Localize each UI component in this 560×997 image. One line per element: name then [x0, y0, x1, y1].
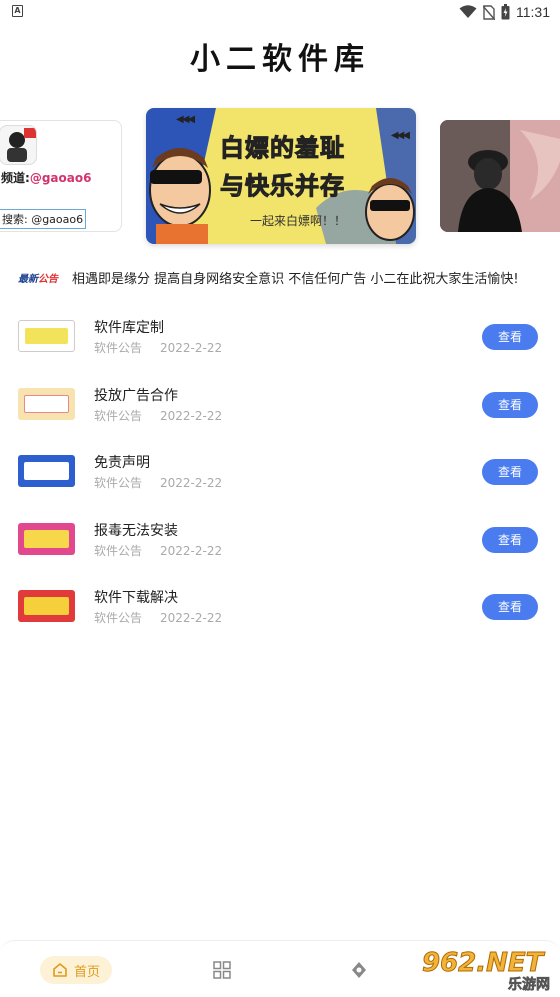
item-title: 报毒无法安装 — [94, 522, 178, 539]
item-meta: 软件公告 2022-2-22 — [94, 407, 222, 424]
list-item[interactable]: 软件下载解决 软件公告 2022-2-22 查看 — [0, 578, 560, 646]
banner-headline-1: 白嫖的羞耻 — [220, 134, 345, 163]
banner-arrows-left: ◀◀◀ — [176, 114, 195, 125]
list-item[interactable]: 投放广告合作 软件公告 2022-2-22 查看 — [0, 376, 560, 444]
item-title: 投放广告合作 — [94, 387, 178, 404]
item-thumbnail — [18, 522, 75, 555]
watermark-name: 乐游网 — [508, 977, 551, 994]
item-title: 免责声明 — [94, 455, 150, 471]
grid-icon[interactable] — [213, 961, 231, 979]
notice-bar[interactable]: 最新公告 相遇即是缘分 提高自身网络安全意识 不信任何广告 小二在此祝大家生活愉… — [18, 266, 558, 288]
item-meta: 软件公告 2022-2-22 — [94, 339, 222, 356]
nav-home-label: 首页 — [73, 964, 100, 980]
item-category: 软件公告 — [94, 341, 143, 355]
status-right: 11:31 — [459, 3, 550, 21]
home-icon — [53, 963, 67, 977]
view-button[interactable]: 查看 — [482, 324, 538, 350]
item-date: 2022-2-22 — [160, 543, 223, 558]
item-meta: 软件公告 2022-2-22 — [94, 474, 222, 491]
app-title: 小二软件库 — [190, 42, 370, 77]
item-date: 2022-2-22 — [160, 341, 223, 355]
site-watermark: 962.NET 乐游网 — [421, 948, 554, 994]
notice-marquee-text: 相遇即是缘分 提高自身网络安全意识 不信任何广告 小二在此祝大家生活愉快! — [72, 271, 519, 287]
announcement-list: 软件库定制 软件公告 2022-2-22 查看 投放广告合作 软件公告 2022-2… — [0, 308, 560, 646]
list-item[interactable]: 报毒无法安装 软件公告 2022-2-22 查看 — [0, 511, 560, 579]
item-title: 软件库定制 — [94, 320, 164, 336]
banner-slide-current[interactable]: ◀◀◀ ◀◀◀ 白嫖的羞耻 与快乐并存 一起来白嫖啊！！ — [146, 108, 416, 244]
banner-photo — [440, 120, 560, 232]
item-date: 2022-2-22 — [160, 476, 223, 490]
banner-headline-2: 与快乐并存 — [220, 172, 345, 201]
item-thumbnail — [18, 590, 75, 622]
item-title: 软件下载解决 — [94, 590, 178, 606]
item-date: 2022-2-22 — [160, 408, 223, 423]
nav-tab-home[interactable]: 首页 — [40, 956, 112, 984]
status-bar: A 11:31 — [0, 0, 560, 24]
item-meta: 软件公告 2022-2-22 — [94, 542, 222, 559]
status-time: 11:31 — [516, 4, 550, 20]
item-category: 软件公告 — [94, 476, 143, 490]
app-notification-icon: A — [12, 5, 23, 17]
view-button[interactable]: 查看 — [482, 459, 538, 485]
battery-charging-icon — [501, 4, 510, 20]
list-item[interactable]: 免责声明 软件公告 2022-2-22 查看 — [0, 443, 560, 511]
no-sim-icon — [483, 4, 495, 20]
banner-channel-text: 频道:@gaoao6 — [1, 171, 92, 185]
wifi-icon — [459, 5, 477, 18]
item-thumbnail — [18, 320, 75, 352]
view-button[interactable]: 查看 — [482, 526, 538, 553]
item-category: 软件公告 — [94, 408, 143, 423]
item-category: 软件公告 — [94, 543, 143, 558]
banner-search-text: 搜索: @gaoao6 — [0, 209, 87, 229]
item-thumbnail — [18, 387, 75, 420]
item-category: 软件公告 — [94, 611, 143, 625]
banner-slide-next[interactable] — [440, 120, 560, 232]
banner-arrows-right: ◀◀◀ — [390, 130, 410, 141]
view-button[interactable]: 查看 — [482, 594, 538, 620]
discover-icon[interactable] — [350, 961, 368, 979]
banner-subtitle: 一起来白嫖啊！！ — [250, 214, 347, 228]
banner-avatar — [0, 125, 37, 165]
list-item[interactable]: 软件库定制 软件公告 2022-2-22 查看 — [0, 308, 560, 376]
item-date: 2022-2-22 — [160, 611, 223, 625]
notice-tag: 最新公告 — [18, 273, 58, 285]
view-button[interactable]: 查看 — [482, 391, 538, 418]
item-meta: 软件公告 2022-2-22 — [94, 609, 222, 626]
banner-slide-previous[interactable]: 频道:@gaoao6 搜索: @gaoao6 — [0, 120, 122, 232]
item-thumbnail — [18, 455, 75, 487]
